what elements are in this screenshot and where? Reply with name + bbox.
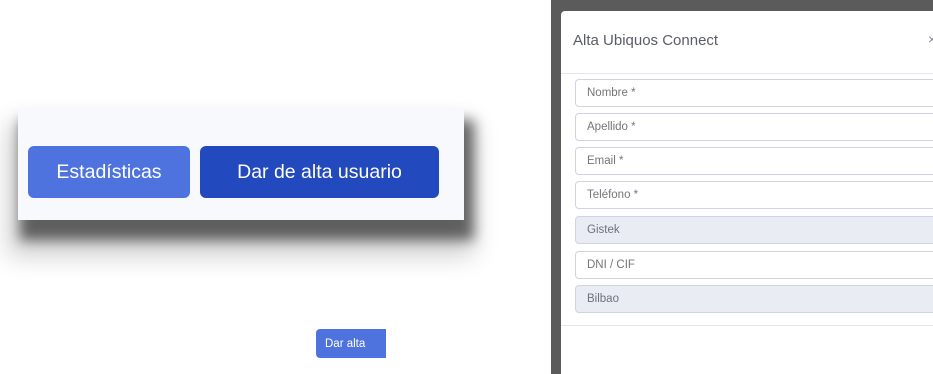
company-field bbox=[575, 216, 933, 244]
phone-field[interactable] bbox=[575, 181, 933, 209]
email-field[interactable] bbox=[575, 147, 933, 175]
add-user-button[interactable]: Dar de alta usuario bbox=[200, 146, 439, 198]
toolbar-card: Estadísticas Dar de alta usuario bbox=[18, 108, 464, 220]
last-name-field[interactable] bbox=[575, 113, 933, 141]
modal-title: Alta Ubiquos Connect bbox=[573, 32, 719, 49]
dni-cif-field[interactable] bbox=[575, 251, 933, 279]
submit-button[interactable]: Dar alta bbox=[316, 329, 386, 358]
city-field bbox=[575, 285, 933, 313]
modal-footer-divider bbox=[561, 325, 933, 326]
statistics-button[interactable]: Estadísticas bbox=[28, 146, 190, 198]
add-connect-modal: Alta Ubiquos Connect × bbox=[561, 11, 933, 374]
first-name-field[interactable] bbox=[575, 79, 933, 107]
modal-header: Alta Ubiquos Connect × bbox=[561, 11, 933, 74]
close-icon[interactable]: × bbox=[928, 31, 933, 47]
